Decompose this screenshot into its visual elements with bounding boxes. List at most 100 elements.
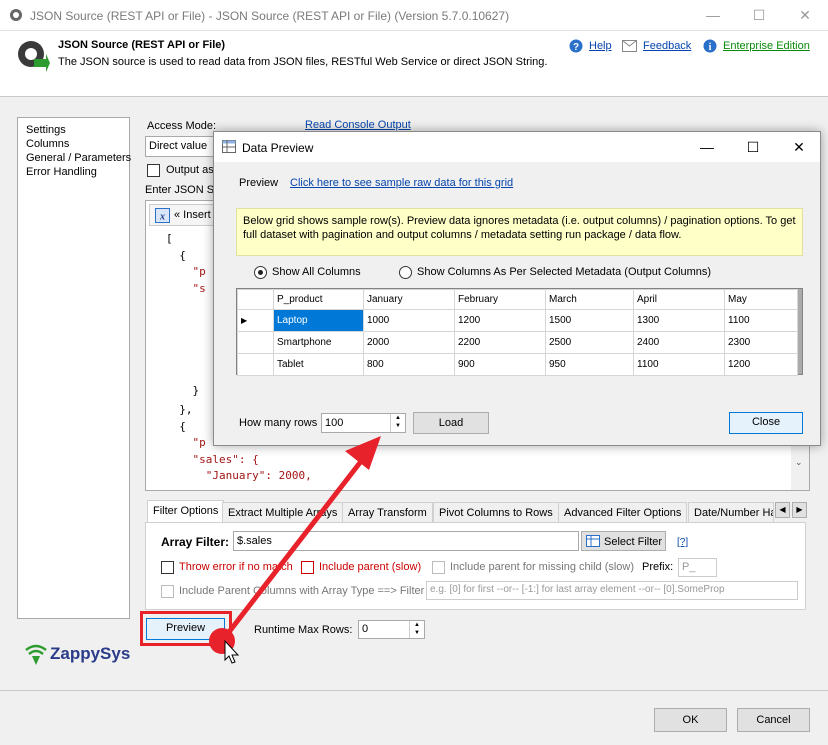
help-icon[interactable]: ?: [569, 39, 583, 53]
grid-cell[interactable]: 1100: [724, 309, 798, 332]
zappysys-logo-icon: [25, 644, 47, 665]
grid-cell[interactable]: Smartphone: [273, 331, 364, 354]
filter-grid-icon: [586, 535, 600, 547]
table-row[interactable]: ▶ Laptop 1000 1200 1500 1300 1100: [237, 309, 798, 332]
row-header[interactable]: [237, 353, 274, 376]
grid-cell[interactable]: 1000: [363, 309, 455, 332]
select-filter-button[interactable]: Select Filter: [581, 531, 666, 551]
data-grid-table: P_product January February March April M…: [237, 289, 798, 376]
dialog-close-x-button[interactable]: ✕: [776, 132, 822, 163]
feedback-link[interactable]: Feedback: [643, 40, 691, 52]
grid-cell[interactable]: 2200: [454, 331, 546, 354]
grid-cell[interactable]: 2400: [633, 331, 725, 354]
tab-extract-multiple-arrays[interactable]: Extract Multiple Arrays: [222, 502, 344, 522]
include-parent-checkbox[interactable]: [301, 561, 314, 574]
throw-error-checkbox[interactable]: [161, 561, 174, 574]
ok-button[interactable]: OK: [654, 708, 727, 732]
include-parent-columns-checkbox[interactable]: [161, 585, 174, 598]
prefix-input[interactable]: P_: [678, 558, 717, 577]
grid-cell[interactable]: 950: [545, 353, 634, 376]
grid-cell[interactable]: 1300: [633, 309, 725, 332]
column-header[interactable]: March: [545, 289, 634, 310]
include-parent-missing-checkbox[interactable]: [432, 561, 445, 574]
code-line: "p: [166, 265, 206, 278]
grid-cell[interactable]: 800: [363, 353, 455, 376]
tab-advanced-filter-options[interactable]: Advanced Filter Options: [558, 502, 688, 522]
code-line: {: [166, 249, 186, 262]
dialog-minimize-button[interactable]: —: [684, 132, 730, 163]
svg-text:x: x: [159, 212, 165, 223]
enterprise-edition-link[interactable]: Enterprise Edition: [723, 40, 810, 52]
show-metadata-columns-radio[interactable]: [399, 266, 412, 279]
include-parent-missing-label: Include parent for missing child (slow): [450, 561, 635, 573]
insert-label[interactable]: « Insert: [174, 209, 211, 221]
read-console-output-link[interactable]: Read Console Output: [305, 119, 411, 131]
grid-cell[interactable]: 2300: [724, 331, 798, 354]
rows-spin-icon[interactable]: ▲ ▼: [390, 414, 405, 432]
minimize-button[interactable]: —: [690, 0, 736, 31]
filter-help-link[interactable]: [?]: [677, 537, 688, 548]
parent-columns-filter-input[interactable]: e.g. [0] for first --or-- [-1:] for last…: [426, 581, 798, 600]
grid-cell[interactable]: Laptop: [273, 309, 364, 332]
sidebar-item-settings[interactable]: Settings: [26, 123, 129, 137]
info-icon: i: [703, 39, 717, 53]
code-line: {: [166, 420, 186, 433]
column-header[interactable]: January: [363, 289, 455, 310]
sample-raw-data-link[interactable]: Click here to see sample raw data for th…: [290, 177, 513, 189]
show-all-columns-radio[interactable]: [254, 266, 267, 279]
scroll-down-icon[interactable]: ⌄: [795, 457, 803, 468]
tab-scroll-right-icon[interactable]: ▶: [792, 502, 807, 518]
how-many-rows-label: How many rows: [239, 417, 318, 429]
help-link[interactable]: Help: [589, 40, 612, 52]
array-filter-label: Array Filter:: [161, 535, 230, 549]
header-title: JSON Source (REST API or File): [58, 39, 226, 51]
grid-cell[interactable]: 2500: [545, 331, 634, 354]
sidebar-item-general-parameters[interactable]: General / Parameters: [26, 151, 131, 165]
column-header[interactable]: P_product: [273, 289, 364, 310]
table-row[interactable]: Tablet 800 900 950 1100 1200: [237, 353, 798, 376]
output-as-checkbox[interactable]: [147, 164, 160, 177]
load-button[interactable]: Load: [413, 412, 489, 434]
maximize-button[interactable]: ☐: [736, 0, 782, 31]
access-mode-select[interactable]: Direct value: [145, 136, 215, 157]
close-button[interactable]: ✕: [782, 0, 828, 31]
tab-scroll-left-icon[interactable]: ◀: [775, 502, 790, 518]
array-filter-input[interactable]: $.sales: [233, 531, 579, 551]
close-dialog-button[interactable]: Close: [729, 412, 803, 434]
header-description: The JSON source is used to read data fro…: [58, 56, 548, 68]
sidebar-item-columns[interactable]: Columns: [26, 137, 129, 151]
table-row[interactable]: Smartphone 2000 2200 2500 2400 2300: [237, 331, 798, 354]
tab-filter-options[interactable]: Filter Options: [147, 500, 225, 522]
how-many-rows-input[interactable]: 100 ▲ ▼: [321, 413, 406, 433]
grid-cell[interactable]: 2000: [363, 331, 455, 354]
runtime-max-rows-input[interactable]: 0 ▲ ▼: [358, 620, 425, 639]
tab-date-number-handling[interactable]: Date/Number Ha: [688, 502, 774, 522]
header: JSON Source (REST API or File) The JSON …: [0, 31, 828, 97]
function-icon[interactable]: x: [155, 208, 170, 223]
cancel-button[interactable]: Cancel: [737, 708, 810, 732]
mail-icon[interactable]: [622, 40, 637, 52]
grid-cell[interactable]: 900: [454, 353, 546, 376]
window-title: JSON Source (REST API or File) - JSON So…: [30, 9, 510, 23]
grid-cell[interactable]: 1200: [724, 353, 798, 376]
dialog-maximize-button[interactable]: ☐: [730, 132, 776, 163]
info-message: Below grid shows sample row(s). Preview …: [236, 208, 803, 256]
throw-error-label: Throw error if no match: [179, 561, 293, 573]
column-header[interactable]: February: [454, 289, 546, 310]
spin-buttons-icon[interactable]: ▲ ▼: [409, 621, 424, 638]
data-grid[interactable]: P_product January February March April M…: [236, 288, 803, 376]
column-header[interactable]: May: [724, 289, 798, 310]
row-header[interactable]: [237, 331, 274, 354]
grid-cell[interactable]: 1500: [545, 309, 634, 332]
access-mode-label: Access Mode:: [147, 120, 217, 132]
sidebar-item-error-handling[interactable]: Error Handling: [26, 165, 129, 179]
grid-cell[interactable]: 1100: [633, 353, 725, 376]
tab-pivot-columns-to-rows[interactable]: Pivot Columns to Rows: [433, 502, 559, 522]
column-header[interactable]: April: [633, 289, 725, 310]
row-header-current[interactable]: ▶: [237, 309, 274, 332]
app-icon: [10, 9, 22, 21]
show-metadata-columns-label: Show Columns As Per Selected Metadata (O…: [417, 266, 712, 278]
grid-cell[interactable]: 1200: [454, 309, 546, 332]
grid-cell[interactable]: Tablet: [273, 353, 364, 376]
tab-array-transform[interactable]: Array Transform: [342, 502, 433, 522]
